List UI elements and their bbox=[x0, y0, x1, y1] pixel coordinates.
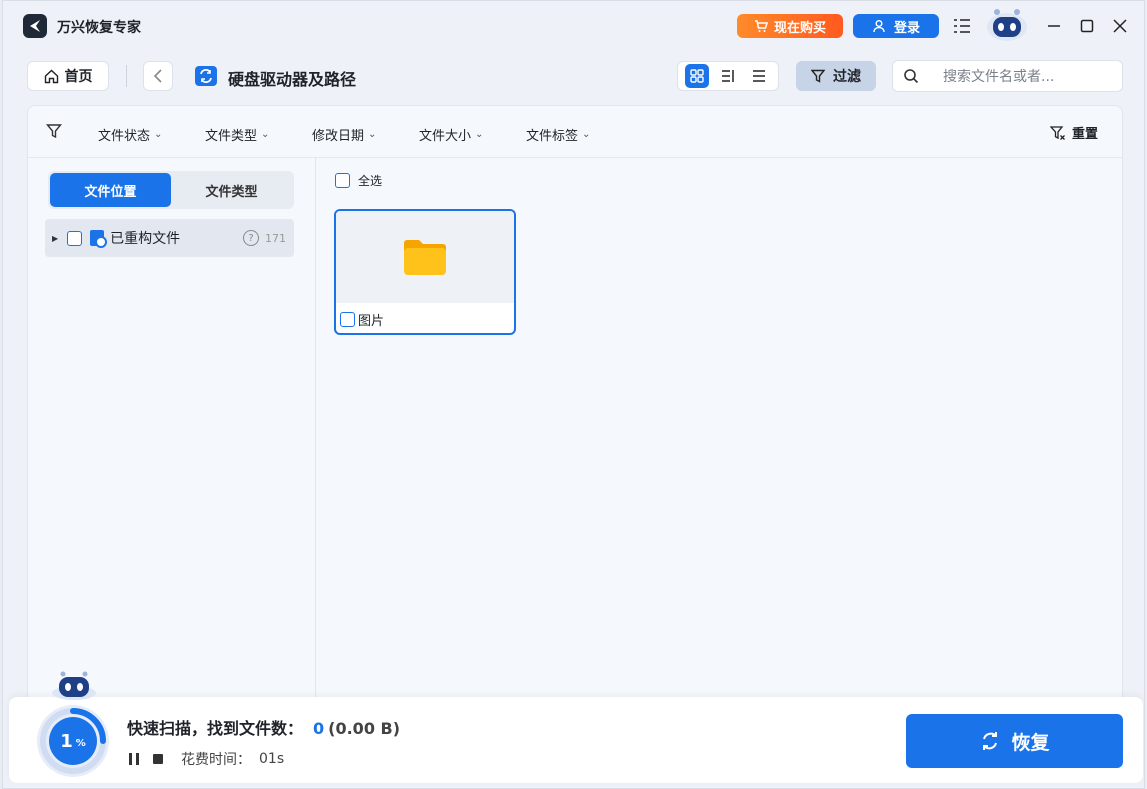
robot-mascot-icon bbox=[52, 671, 96, 700]
scan-progress-value: 1 % bbox=[35, 703, 111, 779]
rebuilt-file-icon bbox=[90, 230, 108, 248]
cart-icon bbox=[754, 20, 768, 32]
view-mode-switcher bbox=[677, 61, 779, 91]
app-title: 万兴恢复专家 bbox=[57, 20, 141, 36]
search-box bbox=[892, 60, 1123, 92]
filter-bar: 文件状态 ⌄ 文件类型 ⌄ 修改日期 ⌄ 文件大小 ⌄ 文件标签 ⌄ 重置 bbox=[28, 106, 1122, 158]
minimize-icon[interactable] bbox=[1041, 13, 1067, 39]
user-icon bbox=[873, 20, 885, 33]
app-logo-icon bbox=[23, 14, 47, 38]
home-label: 首页 bbox=[64, 69, 93, 85]
recover-label: 恢复 bbox=[1011, 731, 1050, 754]
elapsed-time-label: 花费时间： bbox=[181, 752, 251, 768]
main-panel: 文件状态 ⌄ 文件类型 ⌄ 修改日期 ⌄ 文件大小 ⌄ 文件标签 ⌄ 重置 文件… bbox=[27, 105, 1123, 716]
buy-now-button[interactable]: 现在购买 bbox=[737, 14, 843, 38]
filter-modified-date[interactable]: 修改日期 ⌄ bbox=[312, 125, 376, 144]
help-icon[interactable]: ? bbox=[243, 230, 259, 246]
found-file-count: 0 bbox=[313, 719, 325, 738]
sidebar: 文件位置 文件类型 ▶ 已重构文件 ? 171 bbox=[28, 158, 316, 716]
found-file-size: (0.00 B) bbox=[328, 719, 401, 738]
recover-icon bbox=[983, 732, 998, 750]
hard-drive-icon bbox=[195, 66, 217, 86]
grid-view-button[interactable] bbox=[685, 64, 710, 88]
search-icon bbox=[904, 69, 919, 84]
detail-list-icon bbox=[721, 70, 734, 82]
menu-icon[interactable] bbox=[949, 13, 975, 39]
file-card-footer: 图片 bbox=[340, 310, 384, 329]
filter-file-size-label: 文件大小 bbox=[419, 129, 472, 144]
back-button[interactable] bbox=[143, 61, 173, 91]
app-window: 万兴恢复专家 现在购买 登录 首页 硬盘驱动器及路径 过滤 搜索文件名或者...… bbox=[2, 0, 1145, 789]
file-content-area: 全选 图片 bbox=[317, 158, 1122, 714]
tree-item-checkbox[interactable] bbox=[67, 230, 83, 246]
detail-view-button[interactable] bbox=[716, 64, 740, 88]
chevron-down-icon: ⌄ bbox=[368, 129, 377, 140]
folder-icon bbox=[404, 240, 446, 275]
nav-divider bbox=[126, 65, 127, 87]
login-label: 登录 bbox=[893, 20, 920, 36]
scan-status-text: 快速扫描，找到文件数： bbox=[127, 719, 304, 738]
close-icon[interactable] bbox=[1107, 13, 1133, 39]
reset-label: 重置 bbox=[1071, 127, 1098, 142]
filter-file-status[interactable]: 文件状态 ⌄ bbox=[98, 125, 162, 144]
chevron-left-icon bbox=[153, 69, 162, 83]
filter-file-tag-label: 文件标签 bbox=[526, 129, 579, 144]
progress-unit: % bbox=[75, 737, 86, 749]
tab-file-type[interactable]: 文件类型 bbox=[171, 173, 292, 207]
chevron-down-icon: ⌄ bbox=[154, 129, 163, 140]
page-title: 硬盘驱动器及路径 bbox=[228, 70, 357, 89]
select-all[interactable]: 全选 bbox=[335, 172, 382, 189]
chevron-down-icon: ⌄ bbox=[261, 129, 270, 140]
home-button[interactable]: 首页 bbox=[27, 61, 109, 91]
funnel-icon bbox=[46, 124, 62, 139]
recover-button[interactable]: 恢复 bbox=[906, 714, 1123, 768]
search-input[interactable] bbox=[943, 67, 1113, 87]
scan-controls: 花费时间： 01s bbox=[129, 749, 284, 769]
progress-number: 1 bbox=[60, 730, 73, 752]
expand-arrow-icon[interactable]: ▶ bbox=[52, 234, 58, 243]
file-card-thumbnail bbox=[336, 211, 514, 303]
maximize-icon[interactable] bbox=[1074, 13, 1100, 39]
tree-item-rebuilt-files[interactable]: ▶ 已重构文件 ? 171 bbox=[45, 219, 294, 257]
chevron-down-icon: ⌄ bbox=[475, 129, 484, 140]
file-card[interactable]: 图片 bbox=[334, 209, 516, 335]
tree-item-count: 171 bbox=[265, 231, 286, 245]
title-bar: 万兴恢复专家 现在购买 登录 bbox=[3, 1, 1144, 51]
filter-file-status-label: 文件状态 bbox=[98, 129, 151, 144]
filter-toggle-button[interactable]: 过滤 bbox=[796, 61, 876, 91]
list-view-button[interactable] bbox=[747, 64, 771, 88]
elapsed-time-value: 01s bbox=[259, 751, 285, 767]
buy-now-label: 现在购买 bbox=[773, 20, 826, 36]
funnel-icon bbox=[811, 69, 825, 83]
reset-filters-button[interactable]: 重置 bbox=[1049, 123, 1098, 142]
select-all-label: 全选 bbox=[358, 174, 383, 188]
chevron-down-icon: ⌄ bbox=[582, 129, 591, 140]
file-card-checkbox[interactable] bbox=[340, 312, 355, 327]
filter-modified-date-label: 修改日期 bbox=[312, 129, 365, 144]
tree-item-label: 已重构文件 bbox=[110, 231, 181, 247]
list-icon bbox=[752, 70, 765, 82]
login-button[interactable]: 登录 bbox=[853, 14, 939, 38]
filter-file-type-label: 文件类型 bbox=[205, 129, 258, 144]
scan-status-bar: 1 % 快速扫描，找到文件数： 0 (0.00 B) 花费时间： 01s 恢复 bbox=[9, 671, 1143, 783]
grid-icon bbox=[690, 69, 705, 83]
filter-label: 过滤 bbox=[833, 69, 861, 85]
tab-file-location[interactable]: 文件位置 bbox=[50, 173, 171, 207]
sidebar-tabs: 文件位置 文件类型 bbox=[48, 171, 294, 209]
pause-icon[interactable] bbox=[129, 753, 139, 765]
file-card-name: 图片 bbox=[358, 314, 385, 329]
filter-file-tag[interactable]: 文件标签 ⌄ bbox=[526, 125, 590, 144]
scan-summary: 快速扫描，找到文件数： 0 (0.00 B) bbox=[127, 715, 400, 739]
select-all-checkbox[interactable] bbox=[335, 173, 350, 188]
mascot-avatar-icon[interactable] bbox=[984, 7, 1030, 43]
filter-file-type[interactable]: 文件类型 ⌄ bbox=[205, 125, 269, 144]
home-icon bbox=[44, 69, 58, 83]
stop-icon[interactable] bbox=[153, 754, 163, 764]
filter-file-size[interactable]: 文件大小 ⌄ bbox=[419, 125, 483, 144]
clear-filter-icon bbox=[1049, 125, 1065, 140]
